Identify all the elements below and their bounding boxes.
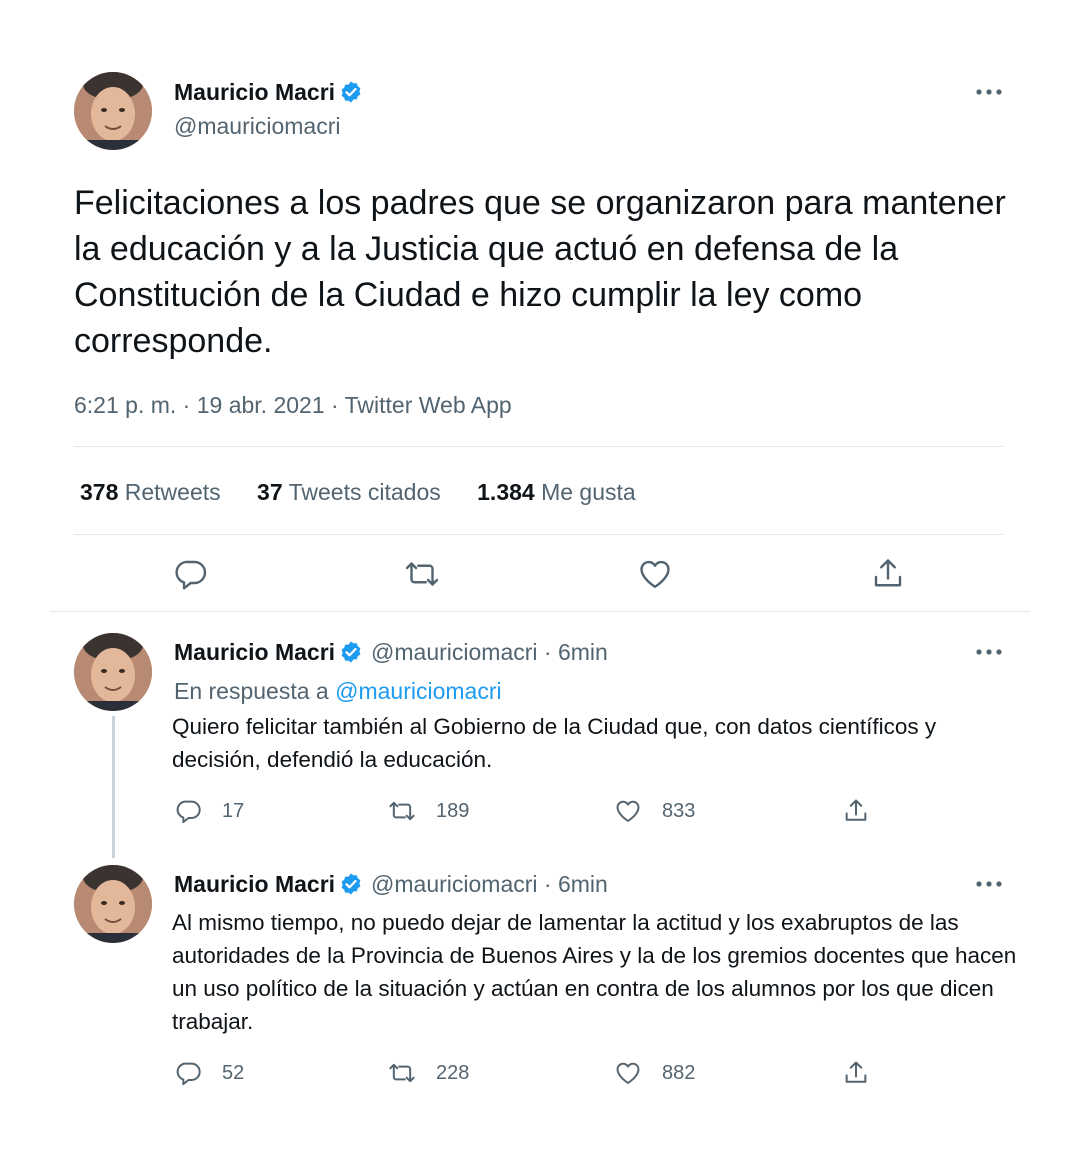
- reply-header: Mauricio Macri @mauriciomacri · 6min: [174, 638, 608, 666]
- share-upload-icon: [845, 1061, 867, 1083]
- thread-connector-line: [112, 716, 115, 858]
- reply-text: Al mismo tiempo, no puedo dejar de lamen…: [172, 910, 1017, 1034]
- heart-icon: [616, 800, 640, 822]
- reply-count: 52: [222, 1061, 245, 1084]
- reply-action[interactable]: 52: [174, 1059, 244, 1087]
- like-action[interactable]: 882: [614, 1059, 695, 1087]
- retweet-icon: [389, 1063, 415, 1083]
- like-action[interactable]: 833: [614, 797, 695, 825]
- verified-badge-icon: [339, 640, 363, 664]
- share-upload-icon[interactable]: [870, 556, 906, 592]
- likes-stat[interactable]: 1.384 Me gusta: [477, 479, 636, 505]
- author-name[interactable]: Mauricio Macri: [174, 871, 335, 897]
- author-avatar[interactable]: [74, 865, 152, 943]
- retweet-action[interactable]: 228: [388, 1059, 469, 1087]
- author-name[interactable]: Mauricio Macri: [174, 639, 335, 665]
- retweet-count: 228: [436, 1061, 470, 1084]
- tweet-text: Felicitaciones a los padres que se organ…: [74, 184, 1006, 360]
- tweet-stats: 378 Retweets 37 Tweets citados 1.384 Me …: [80, 478, 666, 506]
- tweet-timestamp-source[interactable]: 6:21 p. m. · 19 abr. 2021 · Twitter Web …: [74, 390, 512, 420]
- reply-text: Quiero felicitar también al Gobierno de …: [172, 714, 937, 772]
- retweet-icon: [389, 801, 415, 821]
- author-avatar[interactable]: [74, 633, 152, 711]
- reply-bubble-icon: [176, 800, 201, 824]
- likes-count: 1.384: [477, 479, 535, 505]
- author-name-text: Mauricio Macri: [174, 79, 336, 105]
- reply-to-mention-link[interactable]: @mauriciomacri: [335, 678, 501, 704]
- retweet-action[interactable]: 189: [388, 797, 469, 825]
- like-count: 833: [662, 799, 696, 822]
- heart-icon: [616, 1062, 640, 1084]
- reply-count: 17: [222, 799, 245, 822]
- share-upload-icon: [845, 799, 867, 821]
- retweet-count: 189: [436, 799, 470, 822]
- like-count: 882: [662, 1061, 696, 1084]
- handle-and-time[interactable]: @mauriciomacri · 6min: [371, 639, 608, 665]
- quote-tweets-stat[interactable]: 37 Tweets citados: [257, 479, 441, 505]
- divider: [50, 611, 1030, 612]
- reply-bubble-icon[interactable]: [172, 556, 208, 592]
- share-action[interactable]: [842, 1059, 870, 1087]
- author-avatar[interactable]: [74, 72, 152, 150]
- verified-badge-icon: [339, 80, 363, 104]
- handle-and-time[interactable]: @mauriciomacri · 6min: [371, 871, 608, 897]
- heart-icon[interactable]: [637, 556, 673, 592]
- more-dots-icon[interactable]: [969, 872, 1009, 896]
- retweets-stat[interactable]: 378 Retweets: [80, 479, 221, 505]
- more-dots-icon[interactable]: [969, 640, 1009, 664]
- divider: [74, 534, 1004, 535]
- retweets-count: 378: [80, 479, 119, 505]
- quote-tweets-label: Tweets citados: [288, 479, 441, 505]
- retweets-label: Retweets: [124, 479, 221, 505]
- reply-to-prefix: En respuesta a: [174, 678, 329, 704]
- reply-to-line: En respuesta a @mauriciomacri: [174, 677, 502, 705]
- reply-action[interactable]: 17: [174, 797, 244, 825]
- quote-tweets-count: 37: [257, 479, 283, 505]
- likes-label: Me gusta: [541, 479, 636, 505]
- more-dots-icon[interactable]: [969, 80, 1009, 104]
- reply-bubble-icon: [176, 1062, 201, 1086]
- reply-header: Mauricio Macri @mauriciomacri · 6min: [174, 870, 608, 898]
- share-action[interactable]: [842, 797, 870, 825]
- author-name[interactable]: Mauricio Macri: [174, 78, 363, 106]
- verified-badge-icon: [339, 872, 363, 896]
- retweet-icon[interactable]: [404, 556, 440, 592]
- divider: [74, 446, 1004, 447]
- author-handle[interactable]: @mauriciomacri: [174, 112, 340, 140]
